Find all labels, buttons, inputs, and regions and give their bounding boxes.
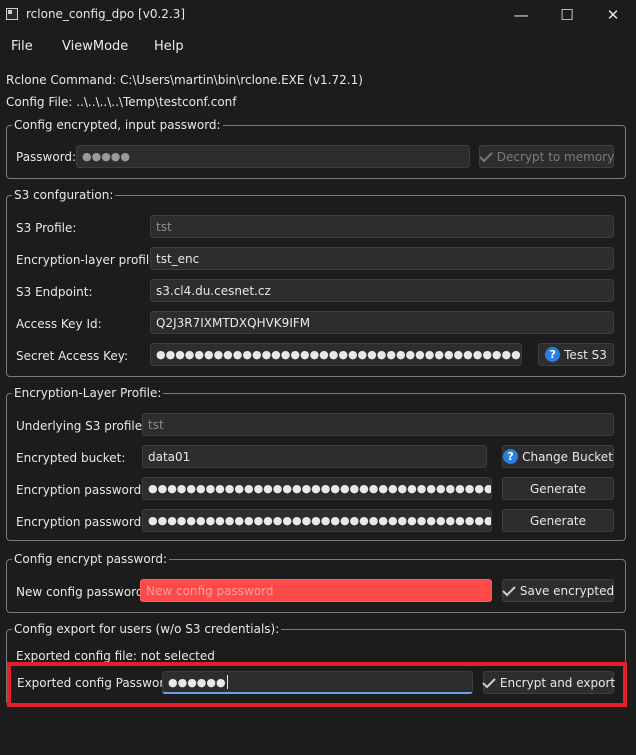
enc-password2-input[interactable]: ●●●●●●●●●●●●●●●●●●●●●●●●●●●●●●●●●●●●●●●●…	[142, 509, 492, 532]
menu-viewmode[interactable]: ViewMode	[62, 39, 128, 54]
endpoint-input[interactable]: s3.cl4.du.cesnet.cz	[150, 279, 614, 302]
check-icon	[502, 585, 516, 597]
endpoint-label: S3 Endpoint:	[16, 285, 93, 299]
s3-group-legend: S3 confguration:	[12, 188, 116, 202]
access-key-label: Access Key Id:	[16, 317, 102, 331]
save-encrypted-label: Save encrypted	[519, 583, 615, 598]
underlying-profile-label: Underlying S3 profile:	[16, 419, 147, 433]
decrypt-group-legend: Config encrypted, input password:	[12, 118, 223, 132]
enc-password2-label: Encryption password2:	[16, 515, 153, 529]
export-password-label: Exported config Password:	[17, 676, 176, 690]
exported-file-status: Exported config file: not selected	[16, 649, 215, 663]
change-bucket-label: Change Bucket	[522, 449, 613, 464]
enc-profile-input[interactable]: tst_enc	[150, 247, 614, 270]
new-config-password-input[interactable]: New config password	[140, 579, 492, 602]
encrypted-bucket-input[interactable]: data01	[142, 445, 487, 468]
window-title: rclone_config_dpo [v0.2.3]	[26, 7, 186, 21]
decrypt-icon	[479, 151, 493, 163]
minimize-button[interactable]: —	[498, 0, 544, 30]
encrypt-export-button[interactable]: Encrypt and export	[482, 671, 616, 694]
encrypt-export-label: Encrypt and export	[499, 675, 616, 690]
s3-profile-input[interactable]: tst	[150, 215, 614, 238]
export-group-legend: Config export for users (w/o S3 credenti…	[12, 622, 282, 636]
generate-password-button[interactable]: Generate	[502, 477, 614, 500]
close-icon: ✕	[606, 6, 620, 24]
config-encrypt-legend: Config encrypt password:	[12, 552, 170, 566]
export-password-input[interactable]: ●●●●●●	[162, 671, 473, 694]
decrypt-button-label: Decrypt to memory	[496, 149, 615, 164]
test-s3-button[interactable]: ? Test S3	[538, 343, 614, 366]
encrypted-bucket-label: Encrypted bucket:	[16, 451, 126, 465]
app-icon	[6, 8, 18, 20]
export-password-value: ●●●●●●	[168, 675, 226, 689]
minimize-icon: —	[513, 6, 529, 24]
enc-password-input[interactable]: ●●●●●●●●●●●●●●●●●●●●●●●●●●●●●●●●●●●●●●●●…	[142, 477, 492, 500]
change-bucket-button[interactable]: ? Change Bucket	[502, 445, 614, 468]
help-icon: ?	[503, 449, 519, 464]
menu-help[interactable]: Help	[154, 39, 184, 54]
maximize-button[interactable]: ☐	[544, 0, 590, 30]
config-file-info: Config File: ..\..\..\..\Temp\testconf.c…	[6, 95, 237, 109]
close-button[interactable]: ✕	[590, 0, 636, 30]
underlying-profile-input[interactable]: tst	[142, 413, 614, 436]
save-encrypted-button[interactable]: Save encrypted	[502, 579, 614, 602]
encryption-layer-legend: Encryption-Layer Profile:	[12, 386, 164, 400]
check-icon	[482, 677, 496, 689]
decrypt-button[interactable]: Decrypt to memory	[479, 145, 614, 168]
help-icon: ?	[545, 347, 561, 362]
maximize-icon: ☐	[560, 6, 574, 24]
text-caret	[226, 675, 228, 689]
menu-file[interactable]: File	[11, 39, 33, 54]
s3-profile-label: S3 Profile:	[16, 221, 77, 235]
enc-password-label: Encryption password:	[16, 483, 146, 497]
secret-key-label: Secret Access Key:	[16, 349, 128, 363]
password-input[interactable]: ●●●●●	[76, 145, 470, 168]
enc-profile-label: Encryption-layer profile:	[16, 253, 161, 267]
access-key-input[interactable]: Q2J3R7IXMTDXQHVK9IFM	[150, 311, 614, 334]
secret-key-input[interactable]: ●●●●●●●●●●●●●●●●●●●●●●●●●●●●●●●●●●●●●●●●	[150, 343, 522, 366]
password-label: Password:	[16, 150, 77, 164]
generate-password2-button[interactable]: Generate	[502, 509, 614, 532]
new-config-password-label: New config password:	[16, 585, 148, 599]
rclone-command-info: Rclone Command: C:\Users\martin\bin\rclo…	[6, 73, 363, 87]
test-s3-label: Test S3	[564, 347, 607, 362]
